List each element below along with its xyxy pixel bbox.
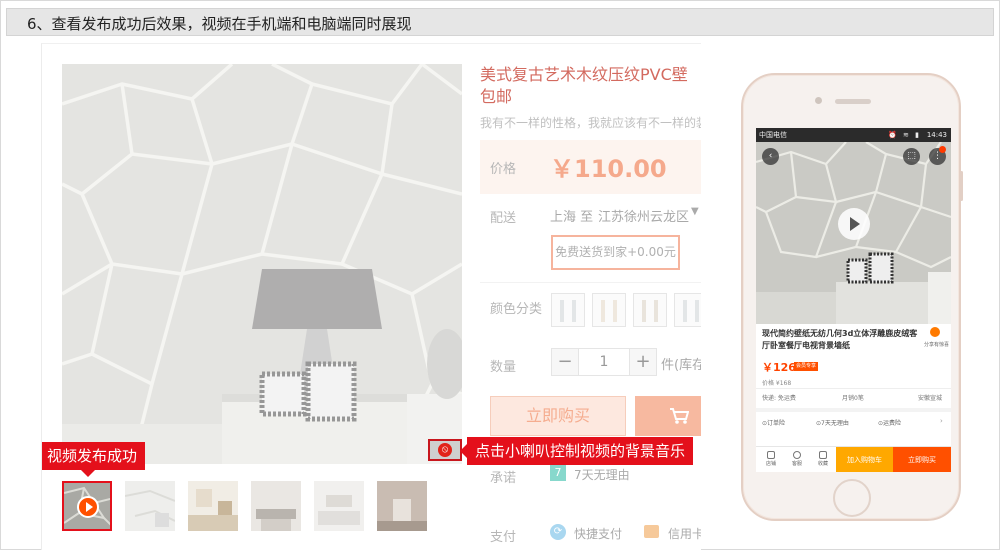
- product-title-line2: 包邮: [480, 87, 513, 106]
- mobile-price: ￥126: [762, 361, 796, 374]
- status-bar: 中国电信 ⏰ ≋ ▮ 14:43: [756, 128, 951, 142]
- camera-icon: [815, 97, 822, 104]
- divider: [756, 408, 951, 412]
- quick-pay-icon: ⟳: [550, 524, 566, 540]
- service-shipping-insurance: ⊙运费险: [878, 420, 902, 427]
- service-seven-day: ⊙7天无理由: [816, 420, 849, 427]
- thumbnail-image[interactable]: [314, 481, 364, 531]
- price-box: 价格 ￥110.00: [480, 140, 701, 194]
- side-button: [960, 171, 963, 201]
- main-product-video[interactable]: [62, 64, 462, 464]
- desktop-product-page: 视频发布成功 ⦸ 点击小喇叭控制视频的背景音乐 美式复古艺术木纹压纹PVC壁 包…: [41, 43, 701, 550]
- mobile-screen: 中国电信 ⏰ ≋ ▮ 14:43 ‹ ⬚ ⋮ 现代简约壁纸无纺几何3d立体浮雕鹿…: [756, 128, 951, 472]
- star-icon: [819, 451, 827, 459]
- play-icon[interactable]: [838, 208, 870, 240]
- quantity-label: 数量: [490, 360, 517, 375]
- free-shipping-option[interactable]: 免费送货到家+0.00元: [551, 235, 680, 270]
- color-swatch[interactable]: [551, 293, 585, 327]
- mute-button[interactable]: ⦸: [428, 439, 462, 461]
- thumbnail-video[interactable]: [62, 481, 112, 531]
- color-label: 颜色分类: [490, 302, 543, 317]
- divider: [480, 282, 701, 283]
- thumbnail-image[interactable]: [125, 481, 175, 531]
- product-subtitle: 我有不一样的性格，我就应该有不一样的装: [480, 116, 701, 130]
- status-icons: ⏰ ≋ ▮: [888, 131, 921, 139]
- seven-day-icon: 7: [550, 465, 566, 481]
- tutorial-frame: 6、查看发布成功后效果，视频在手机端和电脑端同时展现 视频发布成功 ⦸ 点击小喇…: [0, 0, 1000, 550]
- thumbnail-image[interactable]: [251, 481, 301, 531]
- step-header: 6、查看发布成功后效果，视频在手机端和电脑端同时展现: [6, 8, 994, 36]
- video-published-badge: 视频发布成功: [42, 442, 146, 477]
- color-swatch[interactable]: [592, 293, 626, 327]
- ship-from: 上海 至: [550, 210, 594, 225]
- mute-tooltip: 点击小喇叭控制视频的背景音乐: [459, 437, 694, 465]
- share-label[interactable]: 分享有惊喜: [924, 341, 949, 348]
- shipping-label: 配送: [490, 211, 517, 226]
- notification-badge: [939, 146, 946, 153]
- color-swatch[interactable]: [633, 293, 667, 327]
- mobile-buy-now-button[interactable]: 立即购买: [893, 447, 951, 472]
- mobile-bottom-bar: 店铺 客服 收藏 加入购物车 立即购买: [756, 446, 951, 472]
- qty-input[interactable]: 1: [579, 348, 629, 376]
- home-button[interactable]: [833, 479, 871, 517]
- speaker-mute-icon: ⦸: [438, 443, 452, 457]
- credit-card-icon: [644, 525, 659, 538]
- color-swatch[interactable]: [674, 293, 701, 327]
- chevron-right-icon: ›: [940, 417, 943, 425]
- thumbnail-image[interactable]: [188, 481, 238, 531]
- mobile-product-video[interactable]: ‹ ⬚ ⋮: [756, 142, 951, 324]
- shipping-fee: 快递: 免运费: [762, 395, 796, 402]
- cart-icon[interactable]: ⬚: [903, 148, 920, 165]
- qty-decrease-button[interactable]: −: [551, 348, 579, 376]
- member-price-tag: 会员专享: [794, 362, 819, 371]
- original-price: 价格 ¥168: [762, 380, 792, 387]
- quick-pay-option[interactable]: 快捷支付: [574, 525, 622, 542]
- chevron-down-icon[interactable]: ▼: [691, 206, 699, 217]
- monthly-sales: 月销0笔: [842, 395, 864, 402]
- carrier-name: 中国电信: [759, 131, 787, 139]
- promise-label: 承诺: [490, 471, 517, 486]
- mobile-product-title: 现代简约壁纸无纺几何3d立体浮雕鹿皮绒客厅卧室餐厅电视背景墙纸: [762, 329, 918, 350]
- status-time: 14:43: [926, 131, 947, 139]
- mobile-add-to-cart-button[interactable]: 加入购物车: [836, 447, 893, 472]
- share-icon[interactable]: [930, 327, 940, 337]
- buy-now-button[interactable]: 立即购买: [490, 396, 626, 436]
- product-details: 美式复古艺术木纹压纹PVC壁 包邮 我有不一样的性格，我就应该有不一样的装 价格…: [480, 64, 701, 550]
- back-icon[interactable]: ‹: [762, 148, 779, 165]
- tab-favorite-label: 收藏: [817, 461, 828, 467]
- price-value: ￥110.00: [550, 155, 667, 183]
- add-to-cart-button[interactable]: [635, 396, 701, 436]
- shop-icon: [767, 451, 775, 459]
- credit-card-option[interactable]: 信用卡: [668, 525, 701, 542]
- speaker-grille: [835, 99, 871, 104]
- promise-text[interactable]: 7天无理由: [574, 466, 630, 483]
- stock-text: 件(库存: [661, 358, 701, 373]
- tab-favorite[interactable]: 收藏: [810, 451, 836, 467]
- service-order-insurance: ⊙订单险: [762, 420, 786, 427]
- tab-service-label: 客服: [791, 461, 802, 467]
- qty-increase-button[interactable]: +: [629, 348, 657, 376]
- chat-icon: [793, 451, 801, 459]
- payment-label: 支付: [490, 530, 517, 545]
- tab-service[interactable]: 客服: [784, 451, 810, 467]
- step-title: 6、查看发布成功后效果，视频在手机端和电脑端同时展现: [27, 15, 412, 33]
- tab-shop[interactable]: 店铺: [758, 451, 784, 467]
- divider: [756, 388, 951, 389]
- play-icon: [77, 496, 99, 518]
- ship-to-selector[interactable]: 江苏徐州云龙区: [598, 206, 689, 225]
- phone-mockup: 中国电信 ⏰ ≋ ▮ 14:43 ‹ ⬚ ⋮ 现代简约壁纸无纺几何3d立体浮雕鹿…: [741, 73, 963, 521]
- seller-location: 安徽宣城: [918, 395, 943, 402]
- price-label: 价格: [490, 162, 517, 177]
- product-title[interactable]: 美式复古艺术木纹压纹PVC壁: [480, 64, 701, 86]
- tab-shop-label: 店铺: [765, 461, 776, 467]
- cart-icon: [670, 408, 690, 424]
- thumbnail-image[interactable]: [377, 481, 427, 531]
